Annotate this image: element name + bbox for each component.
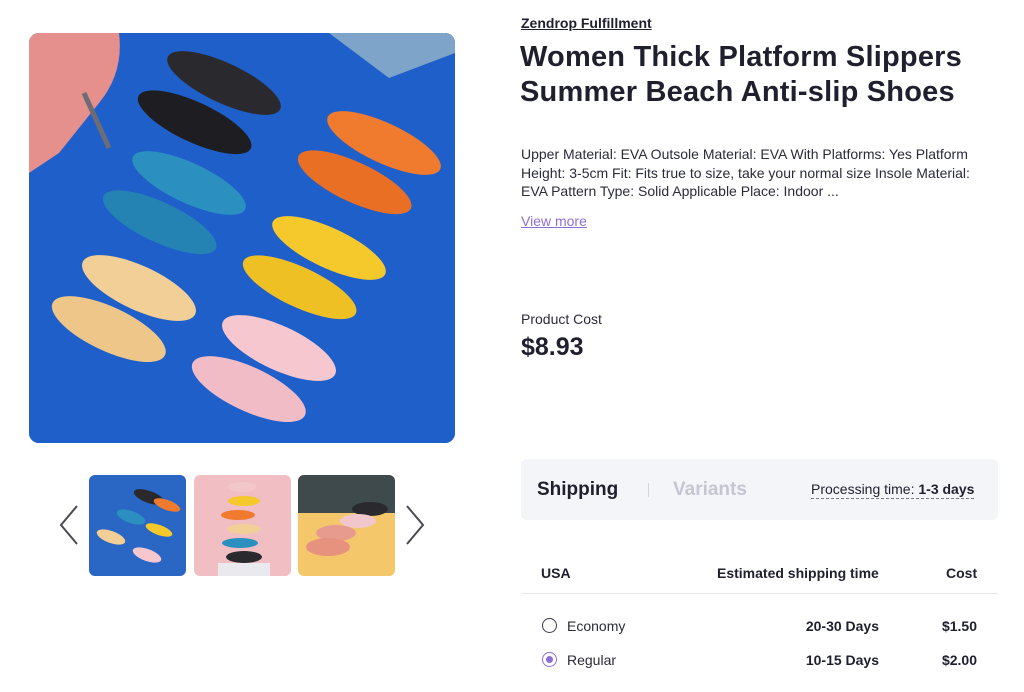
- shipping-option-regular[interactable]: Regular 10-15 Days $2.00: [521, 648, 998, 672]
- tab-variants[interactable]: Variants: [673, 479, 747, 501]
- processing-time[interactable]: Processing time: 1-3 days: [811, 481, 975, 499]
- shipping-cost-header: Cost: [946, 565, 978, 581]
- shipping-variants-tabs: Shipping Variants Processing time: 1-3 d…: [521, 459, 998, 520]
- processing-time-label: Processing time:: [811, 481, 915, 497]
- view-more-link[interactable]: View more: [521, 213, 587, 229]
- product-description: Upper Material: EVA Outsole Material: EV…: [521, 146, 970, 199]
- shipping-option-economy[interactable]: Economy 20-30 Days $1.50: [521, 614, 998, 638]
- thumbnail-prev-arrow-icon[interactable]: [57, 503, 81, 547]
- thumbnail-3[interactable]: [298, 475, 395, 576]
- shipping-option-time: 20-30 Days: [805, 618, 879, 634]
- shipping-option-name: Economy: [567, 618, 626, 634]
- shipping-option-cost: $1.50: [941, 618, 977, 634]
- radio-regular[interactable]: [542, 652, 557, 667]
- tab-shipping[interactable]: Shipping: [537, 479, 618, 501]
- shipping-option-name: Regular: [567, 652, 617, 668]
- processing-time-value: 1-3 days: [918, 481, 975, 497]
- supplier-link[interactable]: Zendrop Fulfillment: [521, 15, 652, 31]
- tab-divider: [648, 483, 649, 497]
- thumbnail-2[interactable]: [194, 475, 291, 576]
- radio-economy[interactable]: [542, 618, 557, 633]
- thumbnail-next-arrow-icon[interactable]: [403, 503, 427, 547]
- shipping-option-time: 10-15 Days: [805, 652, 879, 668]
- shipping-time-header: Estimated shipping time: [717, 565, 879, 581]
- product-cost-value: $8.93: [521, 333, 584, 361]
- shipping-option-cost: $2.00: [941, 652, 977, 668]
- thumbnail-1[interactable]: [89, 475, 186, 576]
- product-title: Women Thick Platform Slippers Summer Bea…: [520, 41, 962, 108]
- main-product-image[interactable]: [29, 33, 455, 443]
- shipping-country-header: USA: [541, 565, 571, 581]
- table-header-divider: [521, 593, 998, 594]
- product-cost-label: Product Cost: [521, 311, 602, 327]
